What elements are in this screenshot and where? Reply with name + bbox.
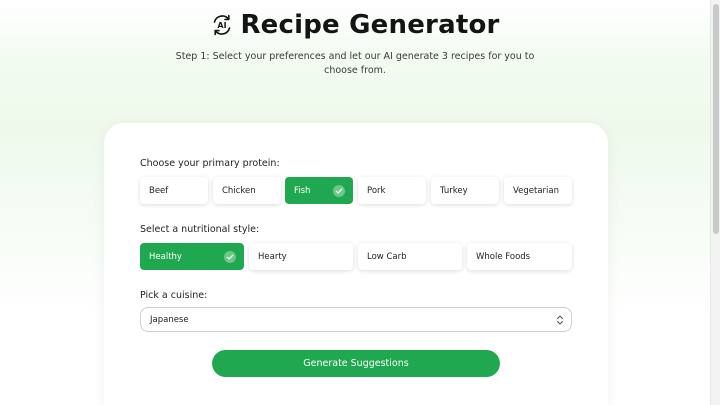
protein-option-turkey[interactable]: Turkey [431,177,499,204]
style-label: Select a nutritional style: [140,224,260,235]
protein-option-fish[interactable]: Fish [285,177,353,204]
scrollbar-thumb[interactable] [713,4,719,234]
generate-label: Generate Suggestions [303,358,409,369]
option-label: Low Carb [367,251,407,262]
option-label: Pork [367,185,386,196]
option-label: Healthy [149,251,182,262]
protein-option-chicken[interactable]: Chicken [213,177,281,204]
page-header: AI Recipe Generator [0,10,710,40]
style-option-low-carb[interactable]: Low Carb [358,243,462,270]
style-option-hearty[interactable]: Hearty [249,243,353,270]
generate-suggestions-button[interactable]: Generate Suggestions [212,350,500,377]
style-option-whole-foods[interactable]: Whole Foods [467,243,572,270]
protein-option-pork[interactable]: Pork [358,177,426,204]
cuisine-label: Pick a cuisine: [140,290,208,301]
option-label: Hearty [258,251,287,262]
check-icon [333,185,345,197]
option-label: Chicken [222,185,256,196]
chevron-up-down-icon [557,315,563,325]
page-scrollbar[interactable] [710,0,720,405]
protein-label: Choose your primary protein: [140,158,280,169]
svg-text:AI: AI [218,21,227,30]
check-icon [224,251,236,263]
option-label: Fish [294,185,311,196]
page-title: Recipe Generator [240,10,500,40]
protein-option-beef[interactable]: Beef [140,177,208,204]
option-label: Whole Foods [476,251,531,262]
page-subtitle: Step 1: Select your preferences and let … [175,51,535,76]
style-option-healthy[interactable]: Healthy [140,243,244,270]
option-label: Vegetarian [513,185,560,196]
cuisine-value: Japanese [150,314,189,325]
option-label: Beef [149,185,169,196]
cuisine-select[interactable]: Japanese [140,307,572,332]
ai-cycle-icon: AI [214,14,231,36]
option-label: Turkey [440,185,468,196]
protein-option-vegetarian[interactable]: Vegetarian [504,177,572,204]
